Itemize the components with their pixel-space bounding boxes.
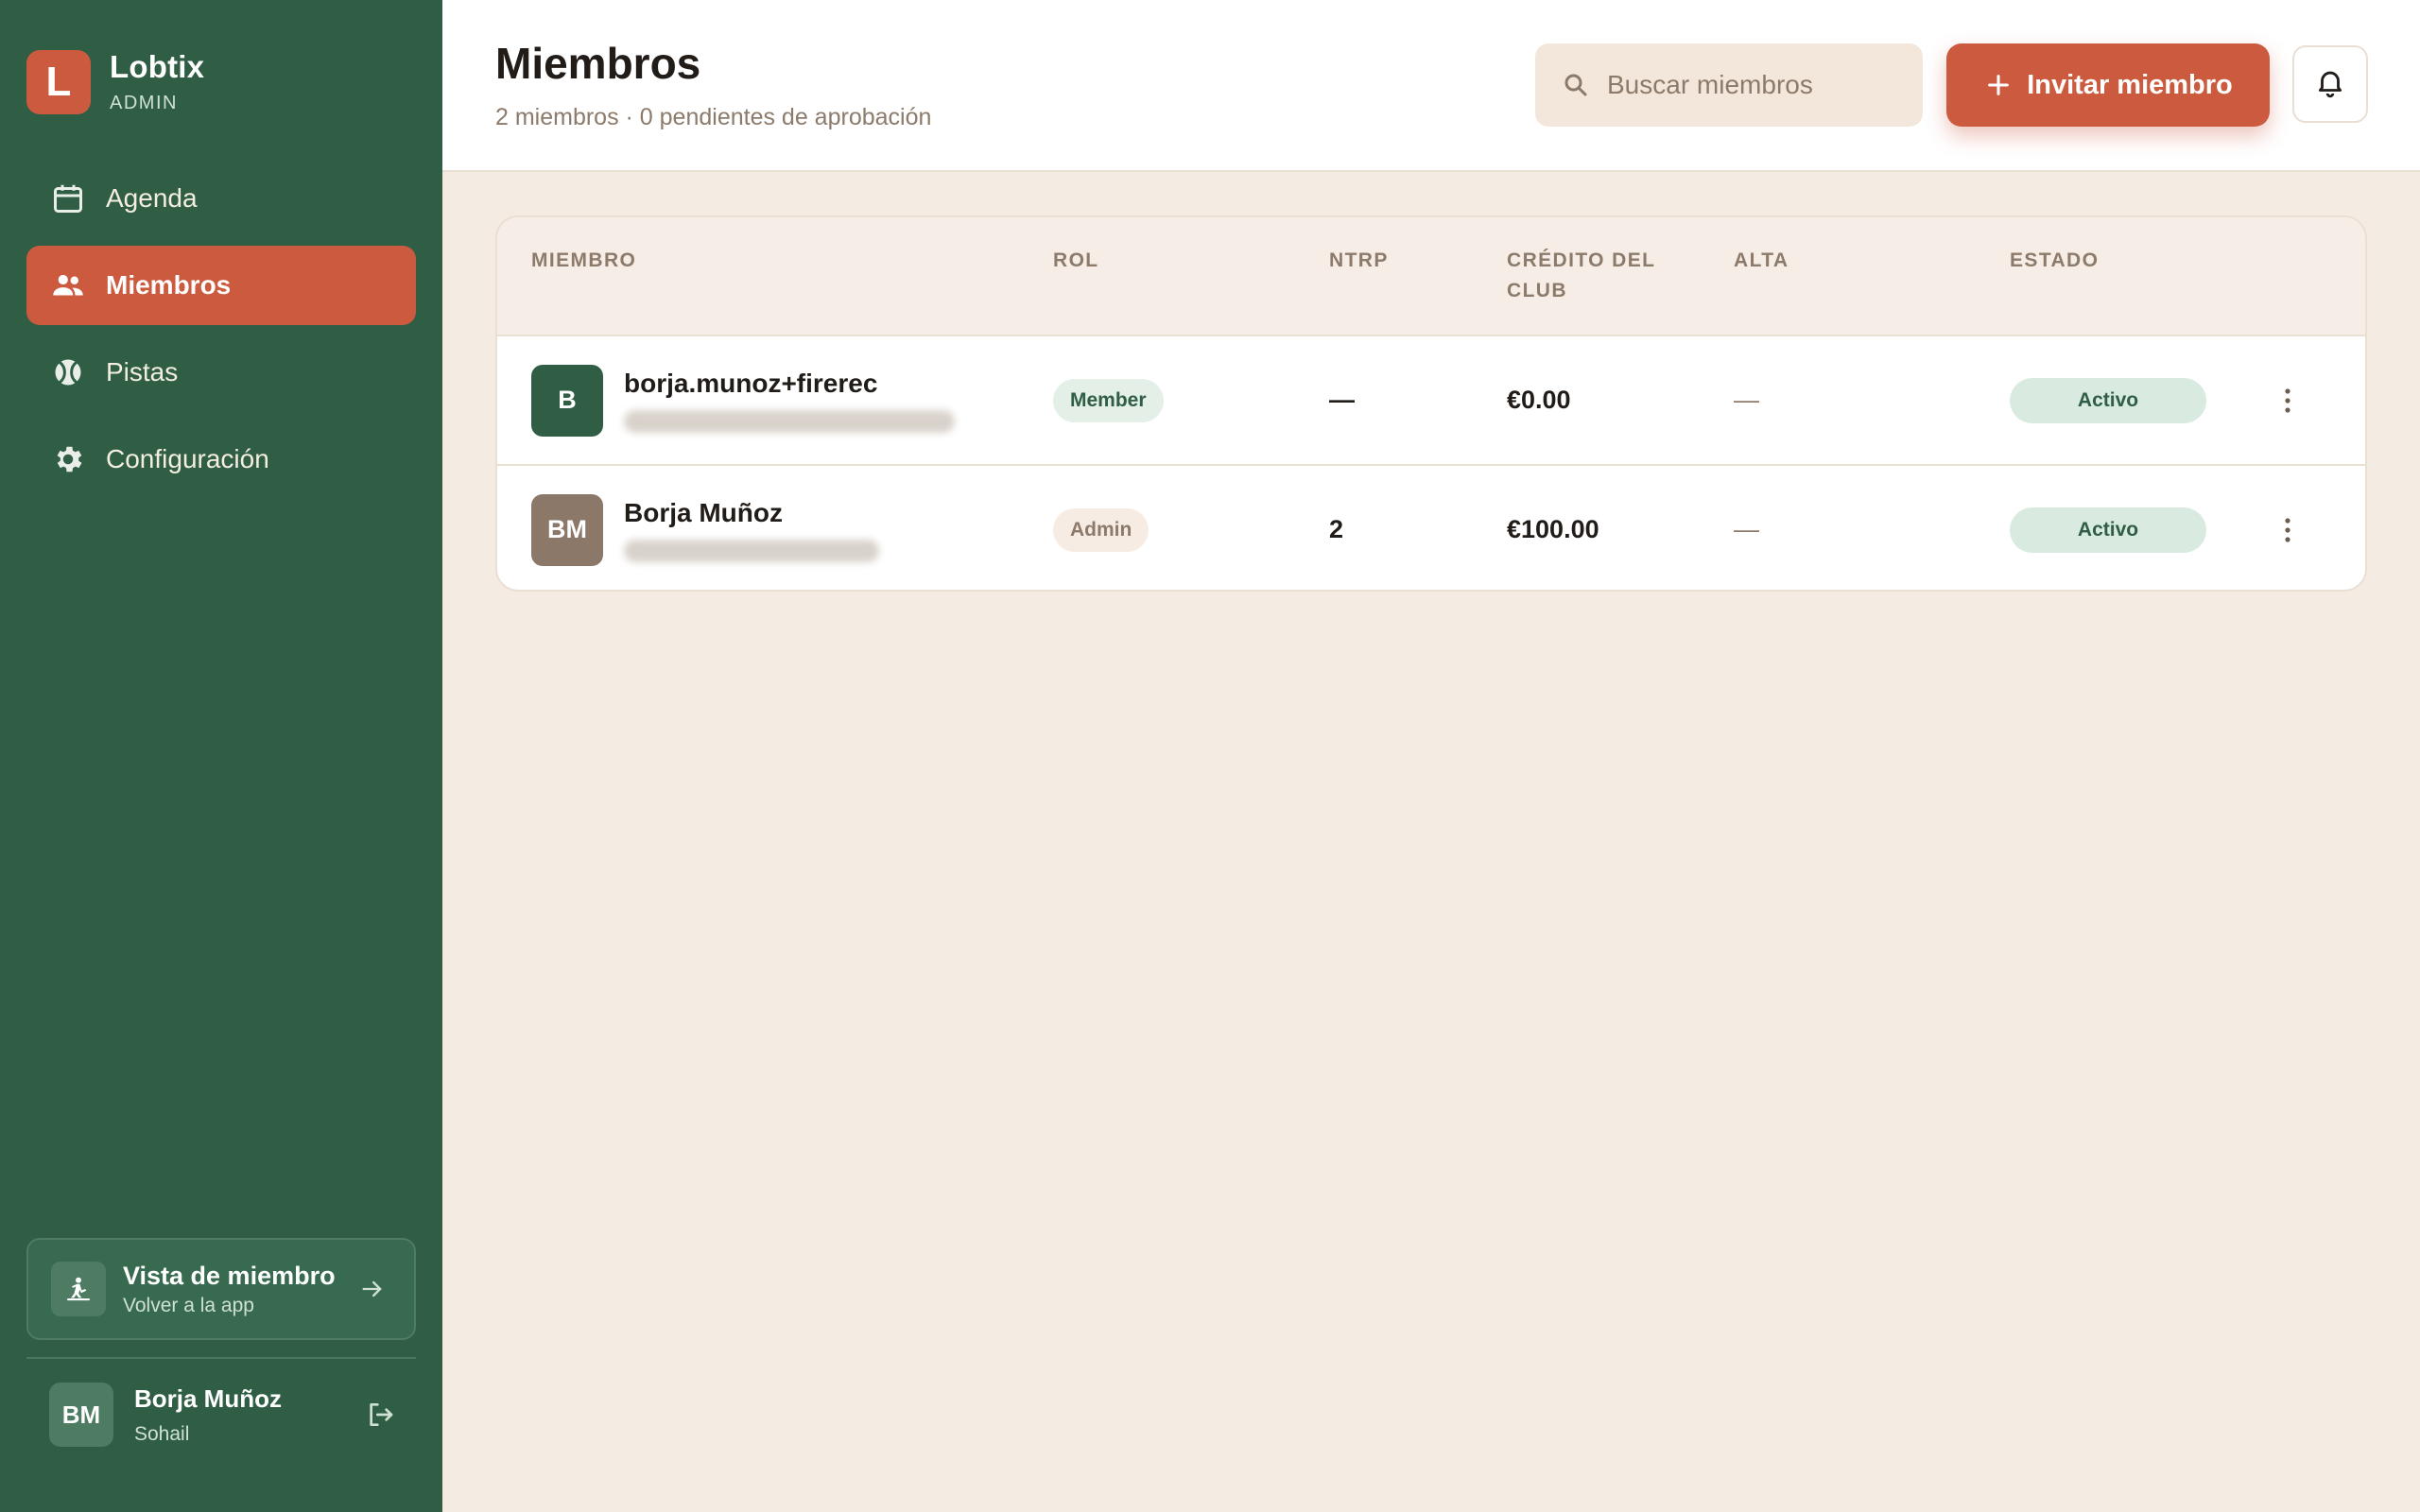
- sidebar-item-miembros[interactable]: Miembros: [26, 246, 416, 325]
- credit-value: €0.00: [1507, 386, 1571, 414]
- search-box[interactable]: [1535, 43, 1923, 127]
- avatar: B: [531, 364, 603, 437]
- people-icon: [49, 266, 87, 304]
- table-row[interactable]: B borja.munoz+firerec Member — €0.00 — A…: [497, 336, 2365, 464]
- sidebar-item-label: Pistas: [106, 357, 179, 387]
- ball-icon: [49, 353, 87, 391]
- credit-value: €100.00: [1507, 515, 1599, 543]
- sidebar-item-label: Miembros: [106, 270, 232, 300]
- ntrp-value: —: [1329, 386, 1355, 414]
- column-header-alta[interactable]: Alta: [1734, 246, 1789, 276]
- member-view-title: Vista de miembro: [123, 1261, 336, 1290]
- role-badge: Admin: [1053, 507, 1150, 552]
- sidebar-item-label: Agenda: [106, 183, 198, 213]
- sidebar-divider: [26, 1357, 416, 1359]
- member-view-subtitle: Volver a la app: [123, 1294, 254, 1316]
- search-icon: [1560, 69, 1592, 101]
- sidebar-nav: Agenda Miembros Pistas Configuración: [26, 159, 416, 507]
- invite-member-label: Invitar miembro: [2027, 69, 2233, 100]
- invite-member-button[interactable]: Invitar miembro: [1946, 43, 2270, 127]
- member-email-redacted: [624, 539, 879, 562]
- logout-icon[interactable]: [359, 1394, 401, 1435]
- more-options-icon[interactable]: [2267, 509, 2308, 551]
- user-subtitle: Sohail: [134, 1422, 190, 1445]
- avatar: BM: [531, 493, 603, 566]
- sidebar-item-configuracion[interactable]: Configuración: [26, 420, 416, 499]
- joined-value: —: [1734, 515, 1759, 543]
- ntrp-value: 2: [1329, 515, 1344, 543]
- page-subtitle: 2 miembros · 0 pendientes de aprobación: [495, 104, 932, 130]
- arrow-right-icon: [354, 1270, 391, 1308]
- user-profile: BM Borja Muñoz Sohail: [49, 1382, 401, 1448]
- header: Miembros 2 miembros · 0 pendientes de ap…: [442, 0, 2420, 172]
- column-header-estado[interactable]: Estado: [2010, 246, 2099, 276]
- table-row[interactable]: BM Borja Muñoz Admin 2 €100.00 — Activo: [497, 464, 2365, 590]
- column-header-miembro[interactable]: Miembro: [531, 246, 636, 276]
- member-view-button[interactable]: Vista de miembro Volver a la app: [26, 1238, 416, 1340]
- main-content: Miembros 2 miembros · 0 pendientes de ap…: [442, 0, 2420, 1512]
- member-email-redacted: [624, 409, 955, 433]
- player-icon: [51, 1262, 106, 1316]
- status-badge: Activo: [2010, 377, 2206, 423]
- calendar-icon: [49, 180, 87, 217]
- avatar: BM: [49, 1383, 113, 1447]
- column-header-rol[interactable]: Rol: [1053, 246, 1099, 276]
- joined-value: —: [1734, 386, 1759, 414]
- notifications-button[interactable]: [2292, 45, 2368, 123]
- brand-name: Lobtix: [110, 49, 205, 84]
- sidebar-item-agenda[interactable]: Agenda: [26, 159, 416, 238]
- sidebar: L Lobtix ADMIN Agenda Miembros Pistas Co…: [0, 0, 442, 1512]
- brand[interactable]: L Lobtix ADMIN: [26, 49, 204, 114]
- plus-icon: [1983, 70, 2014, 100]
- members-table: Miembro Rol NTRP Crédito del club Alta E…: [495, 215, 2367, 592]
- bell-icon: [2314, 66, 2346, 103]
- sidebar-item-pistas[interactable]: Pistas: [26, 333, 416, 412]
- role-badge: Member: [1053, 378, 1164, 422]
- sidebar-item-label: Configuración: [106, 444, 269, 473]
- status-badge: Activo: [2010, 507, 2206, 553]
- page-title: Miembros: [495, 39, 701, 88]
- table-header: Miembro Rol NTRP Crédito del club Alta E…: [497, 217, 2365, 336]
- brand-logo: L: [26, 49, 91, 114]
- user-name: Borja Muñoz: [134, 1383, 282, 1413]
- column-header-credito[interactable]: Crédito del club: [1507, 246, 1677, 306]
- member-name: Borja Muñoz: [624, 497, 783, 527]
- member-name: borja.munoz+firerec: [624, 368, 878, 398]
- search-input[interactable]: [1607, 70, 1910, 100]
- brand-role: ADMIN: [110, 93, 178, 113]
- gear-icon: [49, 440, 87, 478]
- column-header-ntrp[interactable]: NTRP: [1329, 246, 1389, 276]
- more-options-icon[interactable]: [2267, 380, 2308, 421]
